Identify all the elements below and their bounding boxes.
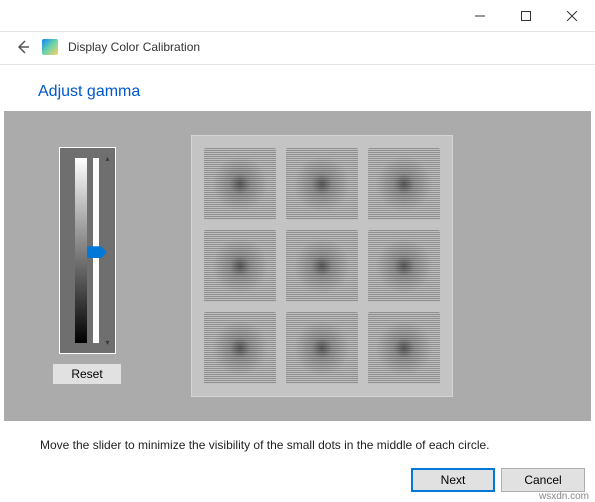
minimize-button[interactable] — [457, 0, 503, 31]
gamma-dot — [204, 312, 276, 384]
gamma-dot — [368, 148, 440, 220]
gamma-slider-group: ▴ ▾ Reset — [52, 148, 122, 385]
cancel-button[interactable]: Cancel — [501, 468, 585, 492]
gamma-dot — [286, 148, 358, 220]
gamma-dot — [204, 230, 276, 302]
slider-thumb[interactable] — [87, 246, 107, 258]
gradient-strip — [75, 158, 87, 343]
gamma-dot — [286, 312, 358, 384]
triangle-down-icon: ▾ — [105, 338, 109, 347]
maximize-icon — [521, 11, 531, 21]
back-arrow-icon — [14, 38, 32, 56]
watermark: wsxdn.com — [539, 491, 589, 502]
header: Display Color Calibration — [0, 32, 595, 65]
gamma-dot — [286, 230, 358, 302]
triangle-up-icon: ▴ — [105, 154, 109, 163]
minimize-icon — [475, 11, 485, 21]
reset-button[interactable]: Reset — [52, 363, 122, 385]
gamma-dot — [368, 230, 440, 302]
close-button[interactable] — [549, 0, 595, 31]
titlebar — [0, 0, 595, 32]
footer-buttons: Next Cancel — [411, 468, 585, 492]
calibration-canvas: ▴ ▾ Reset — [4, 111, 591, 421]
maximize-button[interactable] — [503, 0, 549, 31]
gamma-preview-grid — [192, 136, 452, 396]
step-title: Adjust gamma — [0, 65, 595, 111]
back-button[interactable] — [14, 38, 32, 56]
gamma-dot — [368, 312, 440, 384]
slider-track — [93, 158, 99, 343]
gamma-slider[interactable]: ▴ ▾ — [60, 148, 115, 353]
gamma-dot — [204, 148, 276, 220]
instruction-text: Move the slider to minimize the visibili… — [40, 438, 490, 452]
close-icon — [567, 11, 577, 21]
next-button[interactable]: Next — [411, 468, 495, 492]
app-icon — [42, 39, 58, 55]
window-title: Display Color Calibration — [68, 40, 200, 54]
